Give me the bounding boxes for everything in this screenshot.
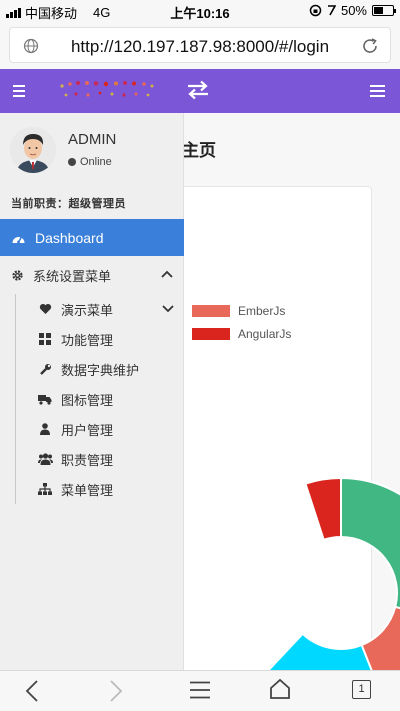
heart-icon bbox=[37, 303, 53, 315]
right-menu-icon[interactable] bbox=[370, 85, 385, 97]
menu-icon[interactable] bbox=[189, 681, 211, 699]
alarm-icon bbox=[327, 5, 336, 16]
user-name: ADMIN bbox=[68, 131, 117, 148]
legend-label: AngularJs bbox=[238, 327, 292, 341]
sidebar-item-users[interactable]: 用户管理 bbox=[16, 414, 184, 444]
status-bar: 中国移动 4G 上午10:16 50% bbox=[0, 0, 400, 22]
sidebar-item-label: 功能管理 bbox=[61, 332, 114, 348]
sidebar-item-roles[interactable]: 职责管理 bbox=[16, 444, 184, 474]
avatar[interactable] bbox=[10, 127, 56, 173]
gear-icon bbox=[11, 269, 24, 282]
legend-item[interactable]: AngularJs bbox=[192, 327, 291, 341]
chevron-down-icon[interactable] bbox=[162, 305, 174, 313]
donut-slice[interactable] bbox=[340, 476, 400, 622]
sidebar-item-label: 用户管理 bbox=[61, 422, 114, 438]
sidebar-item-label: 数据字典维护 bbox=[61, 362, 140, 378]
online-status: Online bbox=[68, 156, 112, 168]
sidebar-item-label: 菜单管理 bbox=[61, 482, 114, 498]
reload-icon[interactable] bbox=[360, 36, 380, 56]
truck-icon bbox=[37, 394, 53, 405]
app-header bbox=[0, 69, 400, 113]
sitemap-icon bbox=[37, 483, 53, 495]
battery-icon bbox=[372, 5, 396, 16]
sidebar-item-demo[interactable]: 演示菜单 bbox=[16, 294, 184, 324]
sidebar-item-functions[interactable]: 功能管理 bbox=[16, 324, 184, 354]
sidebar-item-label: 演示菜单 bbox=[61, 302, 114, 318]
sidebar-toggle-icon[interactable] bbox=[13, 85, 25, 97]
sidebar-item-dictionary[interactable]: 数据字典维护 bbox=[16, 354, 184, 384]
forward-icon[interactable] bbox=[108, 679, 124, 703]
status-dot-icon bbox=[68, 158, 76, 166]
wrench-icon bbox=[37, 363, 53, 376]
browser-toolbar: http://120.197.187.98:8000/#/login bbox=[0, 22, 400, 69]
submenu: 演示菜单 功能管理 数据字典维护 图标管理 用户管理 职责管理 菜单管理 bbox=[15, 294, 184, 504]
chevron-up-icon[interactable] bbox=[161, 270, 173, 278]
battery-label: 50% bbox=[340, 3, 367, 18]
browser-bottom-bar: 1 bbox=[0, 670, 400, 711]
users-icon bbox=[37, 453, 53, 465]
sidebar-item-label: 图标管理 bbox=[61, 392, 114, 408]
home-icon[interactable] bbox=[269, 678, 291, 700]
sidebar-item-label: 职责管理 bbox=[61, 452, 114, 468]
sidebar: ADMIN Online 当前职责：超级管理员 Dashboard 系统设置菜单 bbox=[0, 113, 184, 670]
url-text: http://120.197.187.98:8000/#/login bbox=[70, 37, 330, 56]
user-icon bbox=[37, 423, 53, 435]
page-title: 主页 bbox=[182, 141, 216, 160]
donut-chart bbox=[262, 476, 400, 670]
sidebar-item-label: Dashboard bbox=[35, 229, 104, 246]
status-label: Online bbox=[80, 156, 112, 168]
sidebar-group-settings[interactable]: 系统设置菜单 bbox=[0, 261, 184, 289]
back-icon[interactable] bbox=[24, 679, 40, 703]
sidebar-item-dashboard[interactable]: Dashboard bbox=[0, 219, 184, 256]
legend-item[interactable]: EmberJs bbox=[192, 304, 285, 318]
address-bar[interactable]: http://120.197.187.98:8000/#/login bbox=[9, 27, 391, 63]
dashboard-icon bbox=[11, 232, 26, 244]
donut-slice[interactable] bbox=[262, 632, 383, 670]
sidebar-item-icons[interactable]: 图标管理 bbox=[16, 384, 184, 414]
orientation-lock-icon bbox=[309, 4, 322, 17]
swap-icon[interactable] bbox=[186, 80, 210, 100]
legend-label: EmberJs bbox=[238, 304, 286, 318]
grid-icon bbox=[37, 333, 53, 345]
legend-swatch bbox=[192, 305, 230, 317]
logo bbox=[60, 81, 154, 97]
sidebar-item-menus[interactable]: 菜单管理 bbox=[16, 474, 184, 504]
current-role: 当前职责：超级管理员 bbox=[11, 198, 126, 210]
tabs-icon[interactable]: 1 bbox=[352, 680, 371, 699]
legend-swatch bbox=[192, 328, 230, 340]
donut-slice[interactable] bbox=[304, 476, 342, 542]
sidebar-item-label: 系统设置菜单 bbox=[33, 268, 112, 284]
